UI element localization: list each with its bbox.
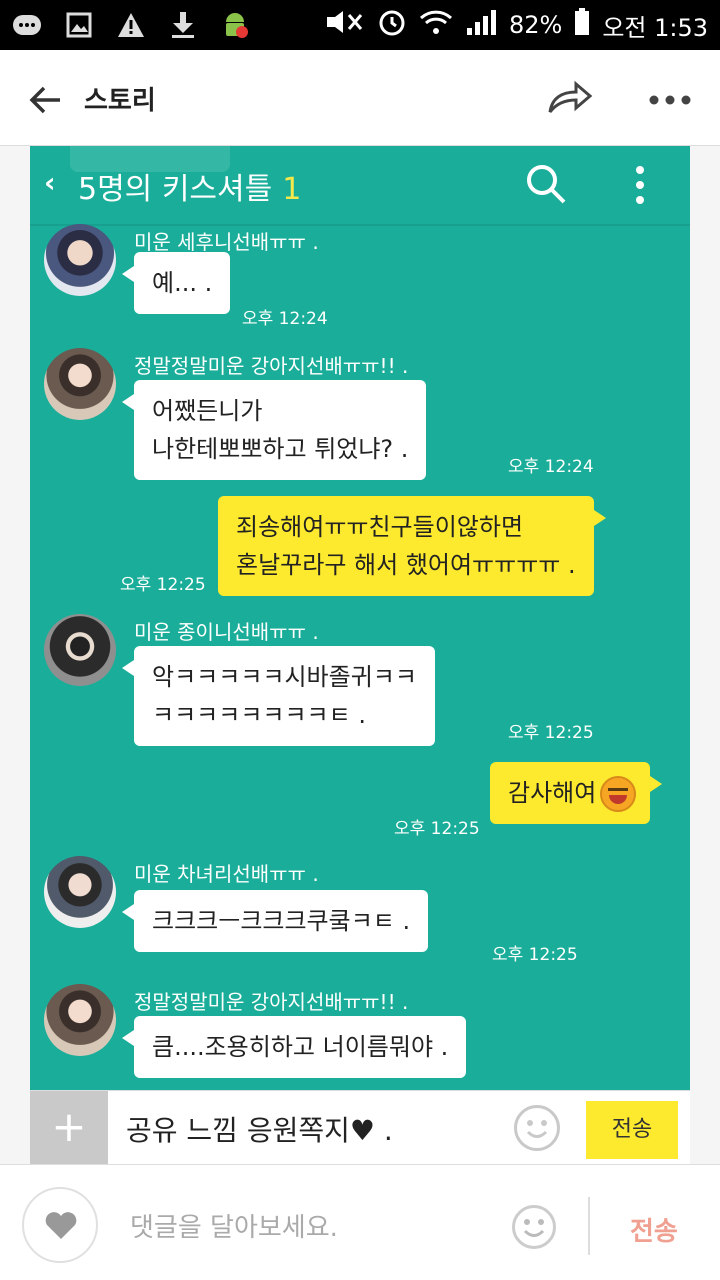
avatar bbox=[44, 856, 116, 928]
emoticon-icon bbox=[514, 1105, 560, 1151]
avatar bbox=[44, 224, 116, 296]
message-time: 오후 12:25 bbox=[394, 819, 480, 839]
message-bubble: 큼....조용히하고 너이름뭐야 . bbox=[121, 1016, 467, 1078]
mute-icon bbox=[325, 9, 365, 41]
battery-percent: 82% bbox=[508, 11, 563, 39]
android-debug-icon bbox=[220, 10, 250, 40]
download-icon bbox=[168, 10, 198, 40]
heart-icon bbox=[44, 1211, 78, 1241]
message-bubble: 어쨌든니가 나한테뽀뽀하고 튀었냐? . bbox=[121, 380, 427, 480]
battery-icon bbox=[574, 8, 590, 42]
message-time: 오후 12:25 bbox=[492, 945, 578, 965]
avatar bbox=[44, 348, 116, 420]
chat-screenshot: ‹ 5명의 키스셔틀 1 미운 세후니선배ㅠㅠ . 예... . 오후 12:24… bbox=[30, 146, 690, 1164]
status-bar: 82% 오전 1:53 bbox=[0, 0, 720, 50]
warning-icon bbox=[116, 10, 146, 40]
message-time: 오후 12:24 bbox=[508, 457, 594, 477]
message-bubble: 예... . bbox=[121, 252, 231, 314]
image-notification-icon bbox=[64, 10, 94, 40]
like-button[interactable] bbox=[22, 1187, 98, 1263]
my-message-bubble: 죄송해여ㅠㅠ친구들이않하면 혼날꾸라구 해서 했어여ㅠㅠㅠㅠ . bbox=[218, 496, 606, 596]
wifi-icon bbox=[419, 8, 453, 42]
divider bbox=[588, 1197, 590, 1255]
sender-name: 정말정말미운 강아지선배ㅠㅠ!! . bbox=[134, 990, 409, 1014]
chat-header: ‹ 5명의 키스셔틀 1 bbox=[30, 146, 690, 226]
plus-icon: + bbox=[30, 1091, 108, 1164]
chevron-left-icon: ‹ bbox=[44, 166, 56, 199]
avatar bbox=[44, 984, 116, 1056]
comment-bar: 댓글을 달아보세요. 전송 bbox=[0, 1164, 720, 1280]
emoticon-icon[interactable] bbox=[512, 1205, 556, 1249]
my-message-bubble: 감사해여 bbox=[490, 762, 663, 824]
avatar bbox=[44, 614, 116, 686]
page-title: 스토리 bbox=[84, 86, 156, 116]
message-text: 감사해여 bbox=[508, 779, 597, 807]
message-time: 오후 12:24 bbox=[242, 309, 328, 329]
chat-room-title: 5명의 키스셔틀 1 bbox=[78, 164, 301, 208]
chat-composer: + 공유 느낌 응원쪽지♥ . 전송 bbox=[30, 1090, 690, 1164]
chat-send-button: 전송 bbox=[586, 1101, 678, 1159]
message-bubble: 크크크ㅡ크크크쿠쿸ㅋㅌ . bbox=[121, 890, 429, 952]
signal-icon bbox=[465, 8, 497, 42]
sender-name: 미운 세후니선배ㅠㅠ . bbox=[134, 230, 319, 254]
sender-name: 정말정말미운 강아지선배ㅠㅠ!! . bbox=[134, 354, 409, 378]
laughing-emoji-icon bbox=[600, 776, 637, 812]
sender-name: 미운 종이니선배ㅠㅠ . bbox=[134, 620, 319, 644]
message-bubble: 악ㅋㅋㅋㅋㅋ시바졸귀ㅋㅋ ㅋㅋㅋㅋㅋㅋㅋㅋㅌ . bbox=[122, 646, 435, 746]
kebab-menu-icon bbox=[630, 164, 650, 206]
composer-text: 공유 느낌 응원쪽지♥ . bbox=[126, 1114, 393, 1147]
back-arrow-icon[interactable] bbox=[26, 80, 66, 120]
clock: 오전 1:53 bbox=[602, 13, 708, 42]
message-time: 오후 12:25 bbox=[120, 575, 206, 595]
room-name: 5명의 키스셔틀 bbox=[78, 172, 273, 207]
more-options-icon[interactable] bbox=[648, 80, 692, 120]
search-icon bbox=[524, 162, 568, 206]
member-count: 1 bbox=[282, 172, 302, 207]
comment-input[interactable]: 댓글을 달아보세요. bbox=[130, 1207, 338, 1244]
message-time: 오후 12:25 bbox=[508, 723, 594, 743]
sender-name: 미운 차녀리선배ㅠㅠ . bbox=[134, 862, 319, 886]
chat-notification-icon bbox=[12, 10, 42, 40]
share-icon[interactable] bbox=[546, 78, 594, 118]
app-bar: 스토리 bbox=[0, 50, 720, 146]
comment-send-button[interactable]: 전송 bbox=[630, 1211, 678, 1248]
alarm-icon bbox=[377, 7, 407, 43]
